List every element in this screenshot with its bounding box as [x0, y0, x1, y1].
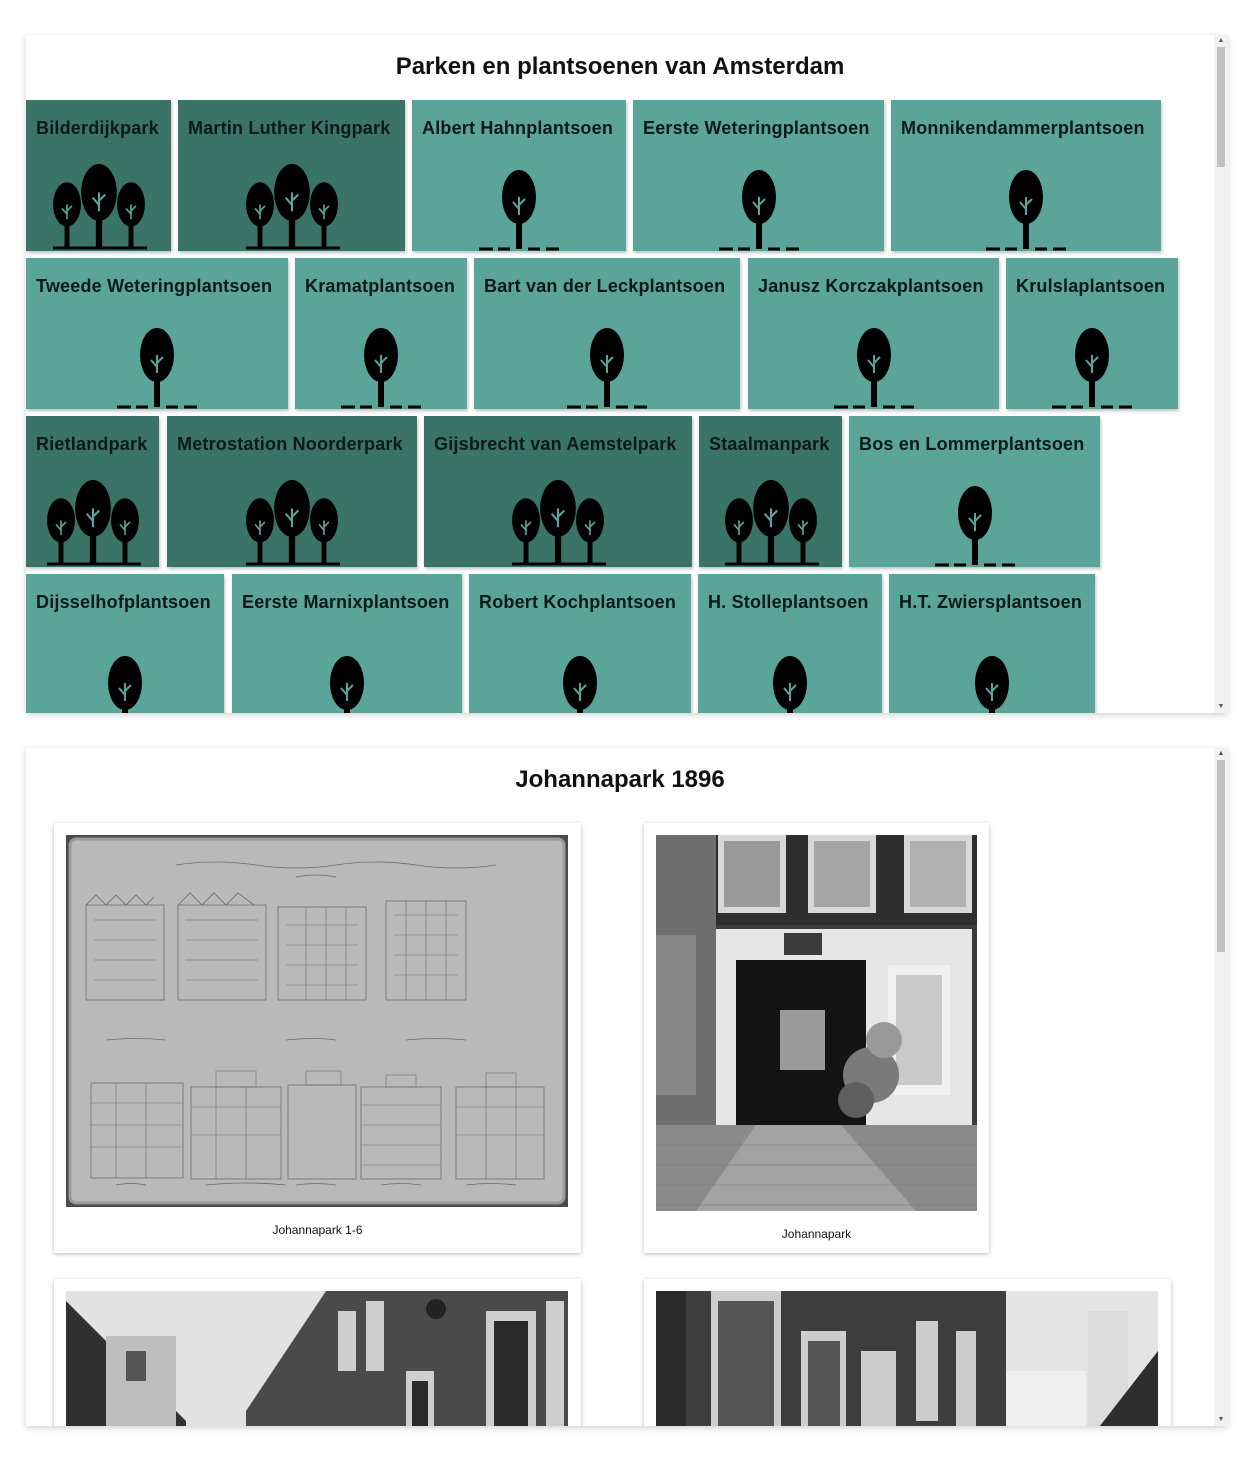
architectural-drawing-image	[68, 837, 566, 1205]
single-tree-icon	[947, 647, 1037, 713]
park-tile-name: Metrostation Noorderpark	[177, 434, 403, 454]
park-tile[interactable]: Janusz Korczakplantsoen	[748, 258, 999, 409]
three-trees-icon	[43, 467, 143, 567]
park-tile-name: Bos en Lommerplantsoen	[859, 434, 1085, 454]
three-trees-icon	[242, 151, 342, 251]
park-tile[interactable]: Eerste Marnixplantsoen	[232, 574, 462, 713]
single-tree-icon	[336, 319, 426, 409]
photo-caption: Johannapark	[781, 1227, 852, 1241]
park-tile-name: H.T. Zwiersplantsoen	[899, 592, 1083, 612]
park-tile-name: Staalmanpark	[709, 434, 830, 454]
scroll-down-arrow-icon[interactable]: ▼	[1214, 1414, 1228, 1426]
park-tile[interactable]: Gijsbrecht van Aemstelpark	[424, 416, 692, 567]
park-tile-name: Janusz Korczakplantsoen	[758, 276, 984, 296]
park-tile[interactable]: Kramatplantsoen	[295, 258, 467, 409]
park-tile[interactable]: Eerste Weteringplantsoen	[633, 100, 884, 251]
park-tile-name: H. Stolleplantsoen	[708, 592, 869, 612]
gateway-photo[interactable]	[656, 835, 977, 1211]
scroll-up-arrow-icon[interactable]: ▲	[1214, 748, 1228, 760]
street-photo[interactable]	[656, 1291, 1158, 1426]
scrollbar-thumb[interactable]	[1217, 760, 1225, 952]
drawing-photo[interactable]	[66, 835, 568, 1207]
three-trees-icon	[721, 467, 821, 567]
scroll-down-arrow-icon[interactable]: ▼	[1214, 701, 1228, 713]
three-trees-icon	[242, 467, 342, 567]
park-tile[interactable]: Monnikendammerplantsoen	[891, 100, 1161, 251]
park-tile-name: Eerste Weteringplantsoen	[643, 118, 870, 138]
photo-card[interactable]: Johannapark 1-6	[54, 823, 581, 1253]
single-tree-icon	[535, 647, 625, 713]
park-tile-name: Albert Hahnplantsoen	[422, 118, 614, 138]
scroll-up-arrow-icon[interactable]: ▲	[1214, 35, 1228, 47]
single-tree-icon	[302, 647, 392, 713]
park-tile[interactable]: H. Stolleplantsoen	[698, 574, 882, 713]
single-tree-icon	[112, 319, 202, 409]
park-tile[interactable]: Martin Luther Kingpark	[178, 100, 405, 251]
park-tile-name: Krulslaplantsoen	[1016, 276, 1166, 296]
single-tree-icon	[930, 477, 1020, 567]
park-tile-name: Eerste Marnixplantsoen	[242, 592, 450, 612]
single-tree-icon	[745, 647, 835, 713]
parks-panel: Parken en plantsoenen van Amsterdam Bild…	[26, 35, 1228, 713]
park-tile[interactable]: Albert Hahnplantsoen	[412, 100, 626, 251]
photo-card[interactable]: Johannapark	[644, 823, 989, 1253]
park-tile-name: Bilderdijkpark	[36, 118, 159, 138]
street-photo[interactable]	[66, 1291, 568, 1426]
street-photo-image	[66, 1291, 568, 1426]
single-tree-icon	[1047, 319, 1137, 409]
photo-card[interactable]	[644, 1279, 1171, 1426]
park-tile[interactable]: Metrostation Noorderpark	[167, 416, 417, 567]
park-tile[interactable]: Dijsselhofplantsoen	[26, 574, 224, 713]
park-tile[interactable]: Robert Kochplantsoen	[469, 574, 691, 713]
park-tile[interactable]: Staalmanpark	[699, 416, 842, 567]
parks-panel-scrollbar[interactable]: ▲ ▼	[1214, 35, 1228, 713]
park-tile-name: Kramatplantsoen	[305, 276, 456, 296]
detail-panel: Johannapark 1896 Johannapark 1-6 Johanna…	[26, 748, 1228, 1426]
single-tree-icon	[562, 319, 652, 409]
park-tile[interactable]: H.T. Zwiersplantsoen	[889, 574, 1095, 713]
park-tile[interactable]: Bart van der Leckplantsoen	[474, 258, 740, 409]
scrollbar-thumb[interactable]	[1217, 47, 1225, 167]
park-tile-name: Bart van der Leckplantsoen	[484, 276, 726, 296]
single-tree-icon	[80, 647, 170, 713]
park-tile-grid: Bilderdijkpark Martin Luther Kingpark Al…	[26, 100, 1214, 713]
park-tile[interactable]: Bos en Lommerplantsoen	[849, 416, 1100, 567]
single-tree-icon	[714, 161, 804, 251]
park-tile-name: Gijsbrecht van Aemstelpark	[434, 434, 677, 454]
photo-caption: Johannapark 1-6	[272, 1223, 363, 1237]
three-trees-icon	[49, 151, 149, 251]
three-trees-icon	[508, 467, 608, 567]
detail-panel-scrollbar[interactable]: ▲ ▼	[1214, 748, 1228, 1426]
park-tile-name: Dijsselhofplantsoen	[36, 592, 211, 612]
park-tile[interactable]: Tweede Weteringplantsoen	[26, 258, 288, 409]
single-tree-icon	[474, 161, 564, 251]
park-tile[interactable]: Krulslaplantsoen	[1006, 258, 1178, 409]
street-photo-image	[656, 1291, 1158, 1426]
park-tile-name: Monnikendammerplantsoen	[901, 118, 1145, 138]
park-tile[interactable]: Bilderdijkpark	[26, 100, 171, 251]
single-tree-icon	[829, 319, 919, 409]
photo-card[interactable]	[54, 1279, 581, 1426]
parks-panel-title: Parken en plantsoenen van Amsterdam	[395, 53, 845, 80]
gateway-photo-image	[656, 835, 977, 1211]
single-tree-icon	[981, 161, 1071, 251]
park-tile-name: Robert Kochplantsoen	[479, 592, 677, 612]
park-tile-name: Martin Luther Kingpark	[188, 118, 391, 138]
detail-panel-title: Johannapark 1896	[515, 766, 725, 793]
park-tile[interactable]: Rietlandpark	[26, 416, 159, 567]
park-tile-name: Rietlandpark	[36, 434, 148, 454]
park-tile-name: Tweede Weteringplantsoen	[36, 276, 273, 296]
